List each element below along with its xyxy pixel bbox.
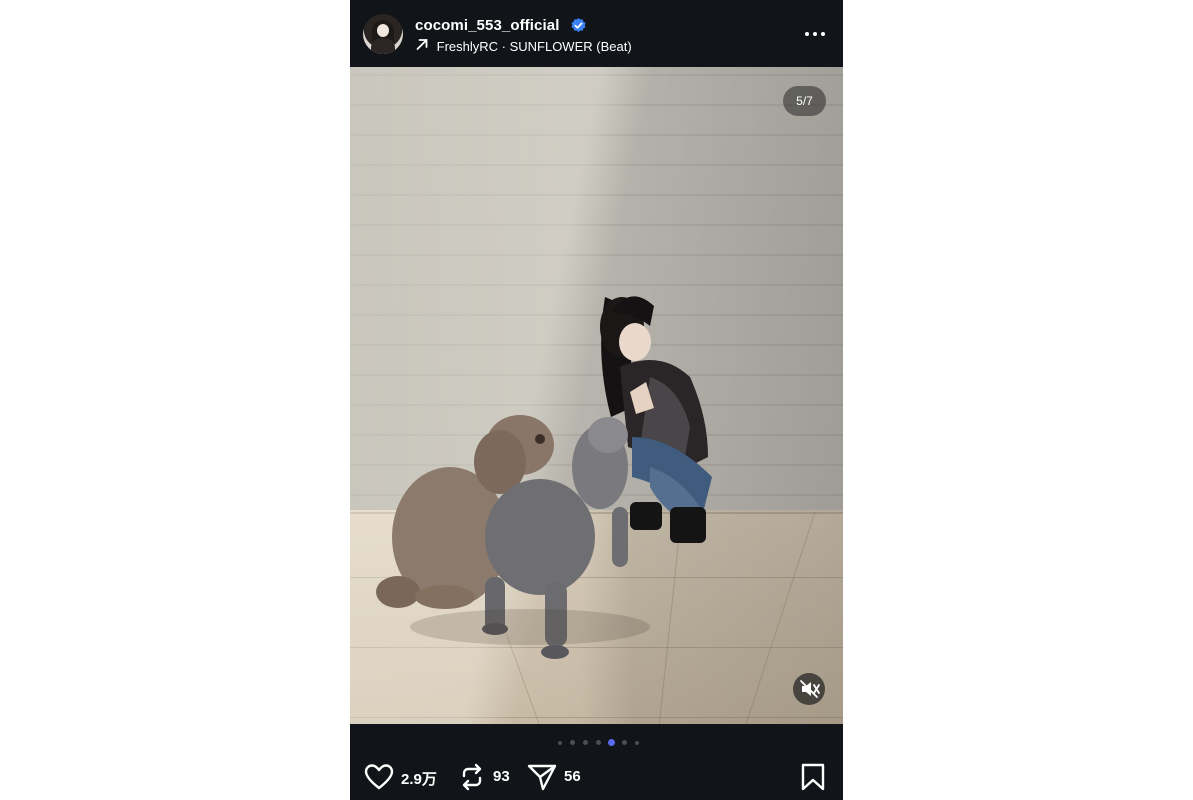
carousel-dot[interactable] [622, 740, 627, 745]
post-card: cocomi_553_official FreshlyRC · SUNFLOWE… [350, 0, 843, 800]
more-icon[interactable] [804, 24, 826, 44]
carousel-dot[interactable] [570, 740, 575, 745]
share-button[interactable]: 56 [527, 760, 597, 794]
bookmark-icon [801, 763, 825, 791]
repost-button[interactable]: 93 [458, 760, 528, 794]
bookmark-button[interactable] [800, 760, 828, 794]
like-count: 2.9万 [401, 771, 437, 788]
carousel-indicator [556, 739, 646, 747]
username[interactable]: cocomi_553_official [415, 17, 559, 34]
carousel-dot[interactable] [558, 741, 562, 745]
heart-icon [364, 764, 394, 790]
share-count: 56 [564, 768, 581, 785]
mute-icon [800, 680, 820, 698]
repost-icon [462, 763, 482, 791]
music-link[interactable]: FreshlyRC · SUNFLOWER (Beat) [415, 38, 632, 54]
arrow-up-right-icon [416, 39, 428, 50]
slide-counter: 5/7 [783, 86, 826, 116]
carousel-dot[interactable] [635, 741, 639, 745]
action-bar: 2.9万 93 56 [350, 760, 843, 796]
carousel-dot[interactable] [583, 740, 588, 745]
repost-count: 93 [493, 768, 510, 785]
carousel-dot-active[interactable] [608, 739, 615, 746]
avatar[interactable] [363, 14, 403, 54]
photo-subjects [376, 296, 712, 659]
like-button[interactable]: 2.9万 [364, 760, 444, 794]
carousel-dot[interactable] [596, 740, 601, 745]
post-header: cocomi_553_official FreshlyRC · SUNFLOWE… [350, 0, 843, 67]
verified-badge-icon [571, 18, 586, 32]
music-label: FreshlyRC · SUNFLOWER (Beat) [436, 39, 632, 54]
mute-button[interactable] [793, 673, 825, 705]
share-icon [527, 764, 557, 791]
post-photo[interactable]: 5/7 [350, 67, 843, 724]
